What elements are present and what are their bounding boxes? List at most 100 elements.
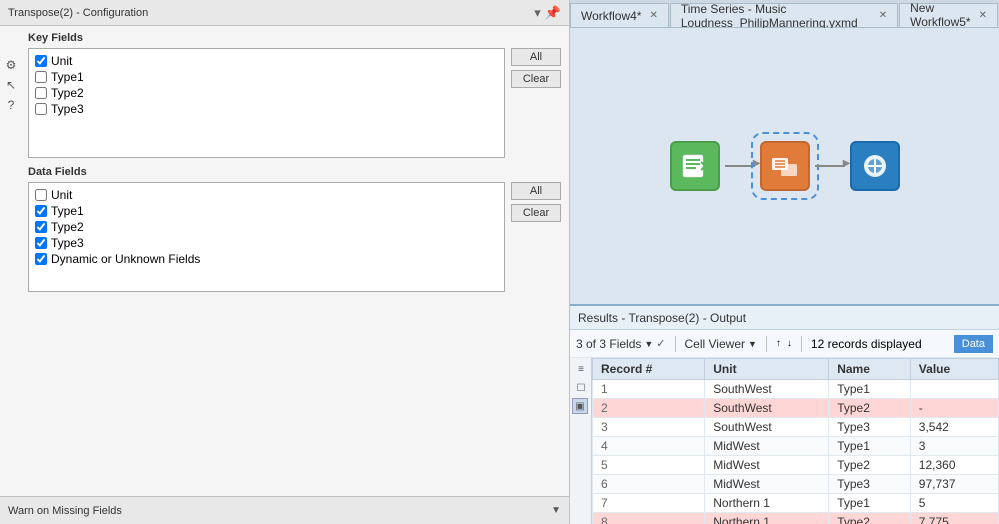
cell-value: 97,737 (910, 475, 998, 494)
key-fields-label: Key Fields (28, 32, 561, 44)
data-field-type1[interactable]: Type1 (33, 203, 500, 219)
workflow-node-transpose-icon (760, 141, 810, 191)
cell-name: Type2 (829, 399, 911, 418)
table-view-icon[interactable]: ≡ (572, 360, 590, 378)
data-fields-all-button[interactable]: All (511, 182, 561, 200)
right-panel: Workflow4* ✕ Time Series - Music Loudnes… (570, 0, 999, 524)
key-field-type2-checkbox[interactable] (35, 87, 47, 99)
key-field-unit-checkbox[interactable] (35, 55, 47, 67)
data-field-type1-checkbox[interactable] (35, 205, 47, 217)
data-field-type3-label: Type3 (51, 236, 84, 250)
cell-value (910, 380, 998, 399)
key-field-type1-checkbox[interactable] (35, 71, 47, 83)
data-fields-clear-button[interactable]: Clear (511, 204, 561, 222)
table-row: 4MidWestType13 (593, 437, 999, 456)
sort-down-icon[interactable]: ↓ (787, 338, 792, 349)
fields-selector[interactable]: 3 of 3 Fields ▼ ✓ (576, 337, 666, 351)
key-field-unit[interactable]: Unit (33, 53, 500, 69)
cell-name: Type1 (829, 380, 911, 399)
fields-count-text: 3 of 3 Fields (576, 337, 641, 351)
data-button[interactable]: Data (954, 335, 993, 353)
workflow-canvas (570, 28, 999, 304)
select-all-icon[interactable]: ☐ (572, 379, 590, 397)
pin-icon[interactable]: 📌 (545, 5, 561, 21)
key-field-type2[interactable]: Type2 (33, 85, 500, 101)
tab-timeseries-label: Time Series - Music Loudness_PhilipManne… (681, 2, 871, 30)
tab-newworkflow5[interactable]: New Workflow5* ✕ (899, 3, 998, 27)
table-row: 3SouthWestType33,542 (593, 418, 999, 437)
key-field-unit-label: Unit (51, 54, 72, 68)
fields-dropdown-icon[interactable]: ▼ (644, 339, 653, 349)
connector-2 (815, 165, 845, 167)
workflow-node-input[interactable] (665, 136, 725, 196)
cell-unit: Northern 1 (705, 494, 829, 513)
workflow-node-output[interactable] (845, 136, 905, 196)
cell-record: 2 (593, 399, 705, 418)
cell-record: 1 (593, 380, 705, 399)
col-record: Record # (593, 359, 705, 380)
results-section: Results - Transpose(2) - Output 3 of 3 F… (570, 304, 999, 524)
key-field-type3-checkbox[interactable] (35, 103, 47, 115)
data-field-type2-checkbox[interactable] (35, 221, 47, 233)
data-field-dynamic-checkbox[interactable] (35, 253, 47, 265)
col-value: Value (910, 359, 998, 380)
cell-unit: SouthWest (705, 399, 829, 418)
data-field-unit-checkbox[interactable] (35, 189, 47, 201)
viewer-selector[interactable]: Cell Viewer ▼ (685, 337, 757, 351)
viewer-dropdown-icon[interactable]: ▼ (748, 339, 757, 349)
data-field-type3-checkbox[interactable] (35, 237, 47, 249)
results-left-icons: ≡ ☐ ▣ (570, 358, 592, 524)
data-field-dynamic[interactable]: Dynamic or Unknown Fields (33, 251, 500, 267)
panel-header-icons: ▾ 📌 (534, 5, 561, 21)
data-table: Record # Unit Name Value 1SouthWestType1… (592, 358, 999, 524)
cell-value: 3,542 (910, 418, 998, 437)
key-field-type1[interactable]: Type1 (33, 69, 500, 85)
key-fields-clear-button[interactable]: Clear (511, 70, 561, 88)
table-body: 1SouthWestType12SouthWestType2-3SouthWes… (593, 380, 999, 524)
workflow-node-input-icon (670, 141, 720, 191)
data-field-type2[interactable]: Type2 (33, 219, 500, 235)
data-field-dynamic-label: Dynamic or Unknown Fields (51, 252, 200, 266)
left-panel: Transpose(2) - Configuration ▾ 📌 ⚙ ↖ ? K… (0, 0, 570, 524)
cell-record: 3 (593, 418, 705, 437)
cell-record: 6 (593, 475, 705, 494)
data-fields-row: Unit Type1 Type2 Type3 (28, 182, 561, 292)
results-table-container: ≡ ☐ ▣ Record # Unit Name Value (570, 358, 999, 524)
cell-name: Type2 (829, 456, 911, 475)
tab-workflow4-close[interactable]: ✕ (649, 10, 657, 21)
table-header-row: Record # Unit Name Value (593, 359, 999, 380)
data-fields-label: Data Fields (28, 166, 561, 178)
workflow-node-transpose[interactable] (755, 136, 815, 196)
footer-dropdown-icon[interactable]: ▼ (551, 505, 561, 516)
cell-unit: SouthWest (705, 380, 829, 399)
record-select-icon[interactable]: ▣ (572, 398, 588, 414)
viewer-text: Cell Viewer (685, 337, 745, 351)
data-field-unit[interactable]: Unit (33, 187, 500, 203)
cell-name: Type1 (829, 494, 911, 513)
panel-title: Transpose(2) - Configuration (8, 7, 148, 19)
table-row: 2SouthWestType2- (593, 399, 999, 418)
tab-timeseries-close[interactable]: ✕ (879, 10, 887, 21)
cell-name: Type2 (829, 513, 911, 524)
data-field-type2-label: Type2 (51, 220, 84, 234)
tab-newworkflow5-close[interactable]: ✕ (979, 10, 987, 21)
cell-unit: MidWest (705, 456, 829, 475)
workflow-nodes (665, 136, 905, 196)
cell-value: 12,360 (910, 456, 998, 475)
key-field-type1-label: Type1 (51, 70, 84, 84)
tab-workflow4[interactable]: Workflow4* ✕ (570, 3, 669, 27)
key-fields-buttons: All Clear (511, 48, 561, 88)
minimize-icon[interactable]: ▾ (534, 5, 541, 21)
cell-value: 7,775 (910, 513, 998, 524)
sort-up-icon[interactable]: ↑ (776, 338, 781, 349)
data-field-type3[interactable]: Type3 (33, 235, 500, 251)
tabs-bar: Workflow4* ✕ Time Series - Music Loudnes… (570, 0, 999, 28)
tab-workflow4-label: Workflow4* (581, 9, 641, 23)
key-fields-all-button[interactable]: All (511, 48, 561, 66)
panel-content: Key Fields Unit Type1 Type2 (0, 26, 569, 496)
results-toolbar: 3 of 3 Fields ▼ ✓ Cell Viewer ▼ ↑ ↓ 12 r… (570, 330, 999, 358)
key-field-type3[interactable]: Type3 (33, 101, 500, 117)
records-text: 12 records displayed (811, 337, 922, 351)
tab-timeseries[interactable]: Time Series - Music Loudness_PhilipManne… (670, 3, 898, 27)
toolbar-sep-1 (675, 336, 676, 352)
